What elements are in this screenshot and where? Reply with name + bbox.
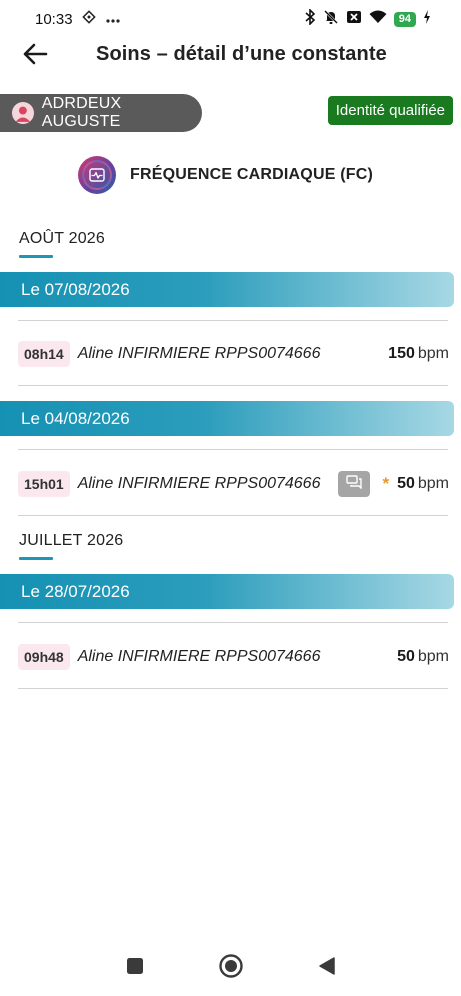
divider <box>18 385 448 386</box>
wifi-icon <box>369 10 387 29</box>
date-banner: Le 07/08/2026 <box>0 272 454 307</box>
home-button[interactable] <box>217 953 245 984</box>
measurement-value: 150 <box>388 345 415 362</box>
author-label: Aline INFIRMIERE RPPS0074666 <box>77 648 321 665</box>
measurement-unit: bpm <box>417 648 449 665</box>
mute-bell-icon <box>323 9 339 30</box>
measurement-unit: bpm <box>417 475 449 492</box>
patient-chip[interactable]: ADRDEUX AUGUSTE <box>0 94 202 132</box>
date-banner: Le 04/08/2026 <box>0 401 454 436</box>
time-chip: 15h01 <box>18 471 70 497</box>
divider <box>18 320 448 321</box>
month-underline <box>19 557 53 560</box>
vpn-icon <box>81 10 96 28</box>
measurement-unit: bpm <box>417 345 449 362</box>
measurement-value: 50 <box>397 475 415 492</box>
arrow-left-icon <box>22 43 48 70</box>
bluetooth-icon <box>304 7 316 30</box>
author-label: Aline INFIRMIERE RPPS0074666 <box>77 475 321 492</box>
square-icon <box>126 957 144 980</box>
charging-icon <box>423 9 431 29</box>
date-banner: Le 28/07/2026 <box>0 574 454 609</box>
time-chip: 08h14 <box>18 341 70 367</box>
more-notifications-icon <box>105 11 121 28</box>
divider <box>18 622 448 623</box>
divider <box>18 449 448 450</box>
identity-status-badge: Identité qualifiée <box>327 96 453 125</box>
heart-rate-icon <box>77 156 116 194</box>
divider <box>18 515 448 516</box>
comment-button[interactable] <box>338 471 371 497</box>
constant-title: FRÉQUENCE CARDIAQUE (FC) <box>129 166 374 183</box>
measurement-value: 50 <box>397 648 415 665</box>
abnormal-flag: * <box>382 474 390 493</box>
circle-icon <box>218 953 244 984</box>
time-chip: 09h48 <box>18 644 70 670</box>
constant-header: FRÉQUENCE CARDIAQUE (FC) <box>0 156 461 194</box>
system-back-button[interactable] <box>313 954 341 982</box>
measurement-row[interactable]: 09h48 Aline INFIRMIERE RPPS0074666 50 bpm <box>18 643 449 671</box>
month-underline <box>19 255 53 258</box>
triangle-icon <box>317 956 337 981</box>
back-button[interactable] <box>20 41 50 71</box>
app-bar: Soins – détail d’une constante <box>0 38 461 74</box>
patient-name: ADRDEUX AUGUSTE <box>41 95 122 130</box>
recents-button[interactable] <box>121 954 149 982</box>
month-label: AOÛT 2026 <box>19 230 105 247</box>
comment-icon <box>346 474 363 494</box>
system-nav-bar <box>0 940 461 996</box>
divider <box>18 688 448 689</box>
measurement-row[interactable]: 08h14 Aline INFIRMIERE RPPS0074666 150 bp… <box>18 340 449 368</box>
measurement-row[interactable]: 15h01 Aline INFIRMIERE RPPS0074666 * 50 b… <box>18 470 449 498</box>
no-sim-icon <box>346 9 362 30</box>
author-label: Aline INFIRMIERE RPPS0074666 <box>77 345 321 362</box>
battery-level: 94 <box>393 11 416 27</box>
patient-avatar-icon <box>12 102 34 124</box>
status-bar: 10:33 94 <box>0 0 461 38</box>
month-label: JUILLET 2026 <box>19 532 124 549</box>
page-title: Soins – détail d’une constante <box>96 43 387 65</box>
status-time: 10:33 <box>35 10 73 28</box>
